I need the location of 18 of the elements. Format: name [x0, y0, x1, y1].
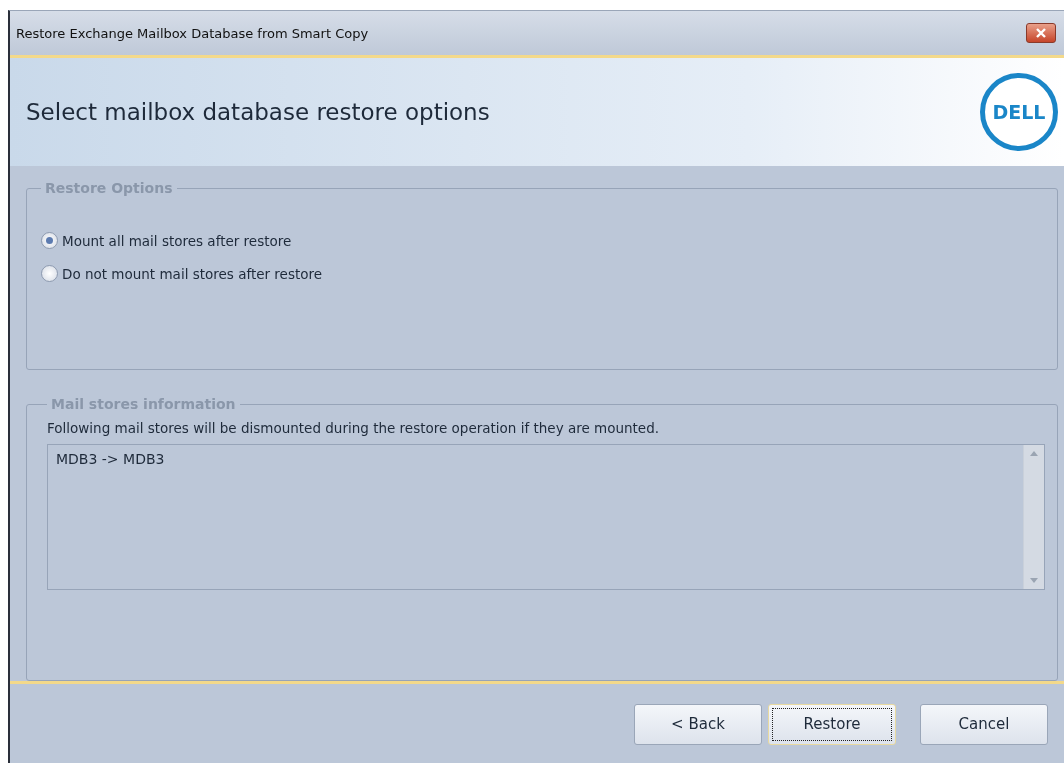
radio-button[interactable] [41, 232, 58, 249]
brand-logo: DELL [980, 73, 1058, 151]
dialog-button[interactable]: Cancel [920, 703, 1048, 745]
page-heading: Select mailbox database restore options [26, 99, 490, 125]
mail-store-list[interactable]: MDB3 -> MDB3 [47, 444, 1045, 590]
scroll-down-icon[interactable] [1030, 578, 1038, 583]
radio-label[interactable]: Do not mount mail stores after restore [62, 265, 323, 282]
description-text: Following mail stores will be dismounted during the restore operation if they are mounted. [47, 420, 660, 436]
close-icon [1036, 28, 1046, 38]
window-title: Restore Exchange Mailbox Database from Smart Copy [16, 25, 369, 41]
list-item[interactable]: MDB3 -> MDB3 [56, 451, 1015, 467]
scrollbar[interactable] [1023, 445, 1044, 589]
dialog-button[interactable]: Restore [768, 703, 896, 745]
radio-label[interactable]: Mount all mail stores after restore [62, 232, 292, 249]
close-button[interactable] [1026, 23, 1056, 43]
scroll-up-icon[interactable] [1030, 451, 1038, 456]
radio-button[interactable] [41, 265, 58, 282]
dialog-button[interactable]: < Back [634, 703, 762, 745]
